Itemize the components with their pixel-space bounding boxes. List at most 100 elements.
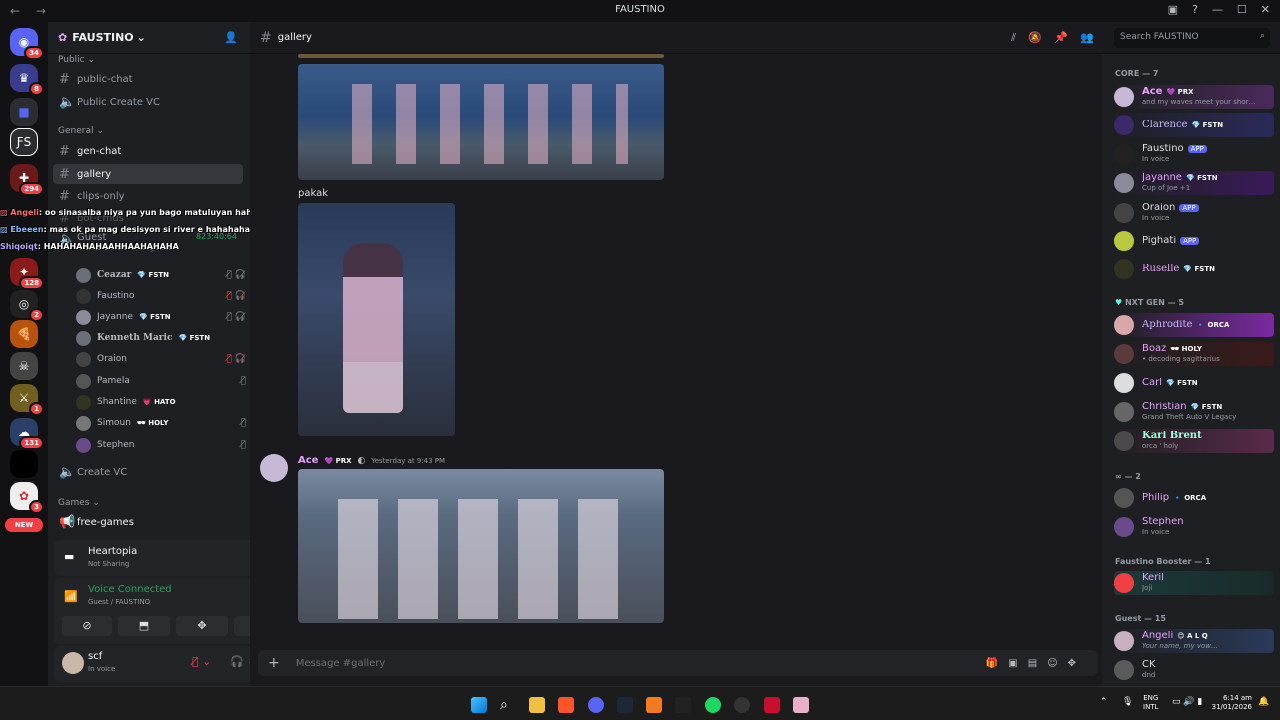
member-item[interactable]: Philip 🔹 ORCA [1114,486,1274,510]
threads-icon[interactable]: ⫽ [1011,31,1016,45]
message-author[interactable]: Ace [298,455,318,466]
spotify-icon[interactable] [705,697,721,713]
avatar[interactable] [260,454,288,482]
members-icon[interactable]: 👥 [1080,31,1094,44]
voice-user[interactable]: Ceazar 💎 FSTN 🎙̸ 🎧̸ [76,266,246,284]
app-icon[interactable] [734,697,750,713]
member-item[interactable]: Clarence 💎 FSTN [1114,113,1274,137]
channel-public-chat[interactable]: # public-chat [53,69,243,89]
add-attachment-icon[interactable]: + [268,655,280,671]
camera-off-button[interactable]: ⊘ [62,616,112,636]
server-icon[interactable]: ☠ [10,352,38,380]
member-item[interactable]: Faustino APP In voice [1114,142,1274,166]
member-item[interactable]: Oraion APP In voice [1114,201,1274,225]
message-input[interactable]: + Message #gallery 🎁▣▤☺✥ [258,650,1098,676]
category-general[interactable]: General ⌄ [58,126,104,136]
server-icon[interactable]: ♛ 8 [10,64,44,96]
server-icon[interactable] [10,450,38,478]
member-item[interactable]: Christian 💎 FSTN Grand Theft Auto V Legacy [1114,400,1274,424]
app-icon[interactable] [646,697,662,713]
avatar[interactable] [62,652,84,674]
channel-create-vc[interactable]: 🔈 Create VC [53,462,243,482]
search-input[interactable]: Search FAUSTINO ⌕ [1114,28,1270,48]
brave-browser-icon[interactable] [558,697,574,713]
server-icon[interactable]: ◎ 2 [10,290,44,322]
activity-sub: Not Sharing [88,560,130,568]
app-icon[interactable] [764,697,780,713]
guild-header[interactable]: ✿ FAUSTINO ⌄ 👤 [48,22,250,54]
voice-user[interactable]: Pamela 🎙̸ [76,372,246,390]
member-item[interactable]: Angeli 😊 A L Q Your name, my vow… [1114,629,1274,653]
voice-user[interactable]: Oraion 🎙̸ 🎧̸ [76,350,246,368]
image-attachment[interactable] [298,469,664,623]
member-item[interactable]: Boaz 🕶 HOLY • decoding sagittarius [1114,342,1274,366]
member-item[interactable]: Keril Joji [1114,571,1274,595]
clock[interactable]: 6:14 am 31/01/2026 [1206,694,1252,712]
channel-public-vc[interactable]: 🔈 Public Create VC [53,92,243,112]
member-item[interactable]: Stephen In voice [1114,515,1274,539]
role-tag: 💜 PRX [324,456,352,465]
member-item[interactable]: Pighati APP [1114,229,1274,253]
add-member-icon[interactable]: 👤 [224,31,238,44]
server-icon[interactable]: ✚ 294 [10,164,44,196]
server-icon[interactable]: ✿ 3 [10,482,44,514]
member-item[interactable]: Ace 💜 PRX and my waves meet your shor… [1114,85,1274,109]
network-volume-battery-icon[interactable]: ▭ 🔊 ▮ [1172,697,1202,707]
avatar [76,415,91,431]
notification-icon[interactable]: 🔕 [1028,31,1042,44]
pin-icon[interactable]: 📌 [1054,31,1068,44]
activities-button[interactable]: ✥ [176,616,228,636]
help-icon[interactable]: ? [1192,3,1198,16]
new-badge[interactable]: NEW [5,518,43,532]
language-indicator[interactable]: ENG INTL [1143,694,1158,712]
faustino-server-icon[interactable]: ƑS [10,128,38,156]
composer-tools-icon[interactable]: 🎁▣▤☺✥ [986,658,1086,669]
server-icon[interactable]: ✦ 128 [10,258,44,290]
steam-icon[interactable] [617,697,633,713]
voice-user[interactable]: Jayanne 💎 FSTN 🎙̸ 🎧̸ [76,308,246,326]
start-icon[interactable] [471,697,487,713]
file-explorer-icon[interactable] [529,697,545,713]
member-item[interactable]: Karl Brent orca ' holy [1114,429,1274,453]
channel-clips-only[interactable]: # clips-only [53,186,243,206]
avatar [1114,573,1134,593]
category-games[interactable]: Games ⌄ [58,498,100,508]
discord-icon[interactable] [588,697,604,713]
home-discord-icon[interactable]: ◉ 34 [10,28,44,60]
minimize-button[interactable]: — [1212,3,1223,16]
image-attachment[interactable] [298,54,664,58]
inbox-icon[interactable]: ▣ [1168,3,1178,16]
voice-user[interactable]: Faustino 🎙̸ 🎧̸ [76,287,246,305]
member-item[interactable]: Aphrodite 🔹 ORCA [1114,313,1274,337]
server-icon[interactable]: ⚔ 1 [10,384,44,416]
channel-gallery[interactable]: # gallery [53,164,243,184]
voice-user[interactable]: Kenneth Maric 💎 FSTN [76,329,246,347]
member-item[interactable]: Jayanne 💎 FSTN Cup of Joe +1 [1114,171,1274,195]
voice-user[interactable]: Stephen 🎙̸ [76,436,246,454]
close-button[interactable]: ✕ [1261,3,1270,16]
voice-user[interactable]: Shantine 💗 HATO [76,393,246,411]
voice-user[interactable]: Simoun 🕶 HOLY 🎙̸ [76,414,246,432]
terminal-icon[interactable] [675,697,691,713]
maximize-button[interactable]: ☐ [1237,3,1247,16]
channel-free-games[interactable]: 📢 free-games [53,512,243,532]
member-item[interactable]: Carl 💎 FSTN [1114,371,1274,395]
member-item[interactable]: CK dnd [1114,658,1274,682]
folder-icon[interactable]: ■ [10,98,38,126]
image-attachment[interactable] [298,203,455,436]
member-item[interactable]: Ruselle 💎 FSTN [1114,257,1274,281]
server-icon[interactable]: 🍕 [10,320,38,348]
channel-gen-chat[interactable]: # gen-chat [53,141,243,161]
mic-muted-icon[interactable]: 🎙̸ ⌄ [192,655,211,668]
tray-chevron-icon[interactable]: ⌃ [1100,697,1108,707]
mic-icon[interactable]: 🎙 [1122,697,1133,707]
avatar [76,351,91,367]
notification-icon[interactable]: 🔔 [1258,697,1269,707]
screen-share-button[interactable]: ⬒ [118,616,170,636]
category-public[interactable]: Public ⌄ [58,55,95,65]
app-icon[interactable] [793,697,809,713]
screen-icon: ▬ [64,550,75,563]
image-attachment[interactable] [298,64,664,180]
search-icon[interactable]: ⌕ [500,697,516,713]
server-icon[interactable]: ☁ 131 [10,418,44,450]
